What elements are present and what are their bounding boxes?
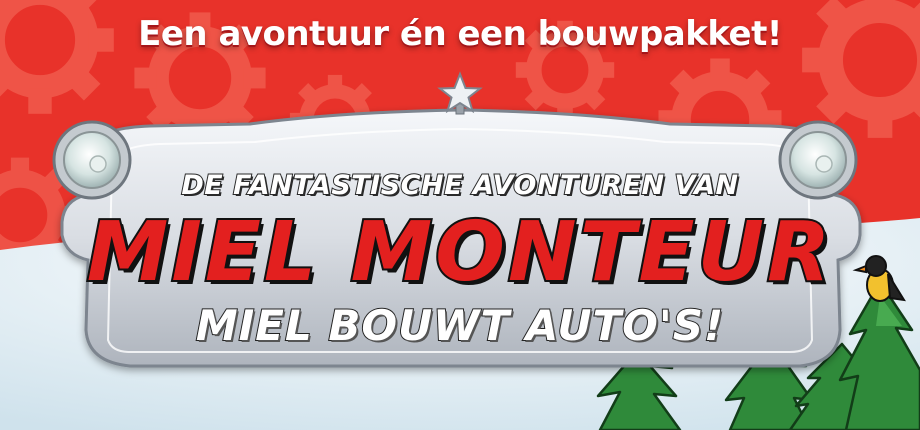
logo-subtitle: MIEL BOUWT AUTO'S! bbox=[195, 301, 725, 351]
logo-title: MIEL MONTEUR bbox=[85, 205, 834, 300]
hero-banner: Een avontuur én een bouwpakket! DE FANTA… bbox=[0, 0, 920, 430]
headlight-icon bbox=[778, 120, 858, 200]
logo-overline: DE FANTASTISCHE AVONTUREN VAN bbox=[180, 169, 739, 202]
tagline: Een avontuur én een bouwpakket! bbox=[138, 14, 782, 54]
headlight-icon bbox=[52, 120, 132, 200]
